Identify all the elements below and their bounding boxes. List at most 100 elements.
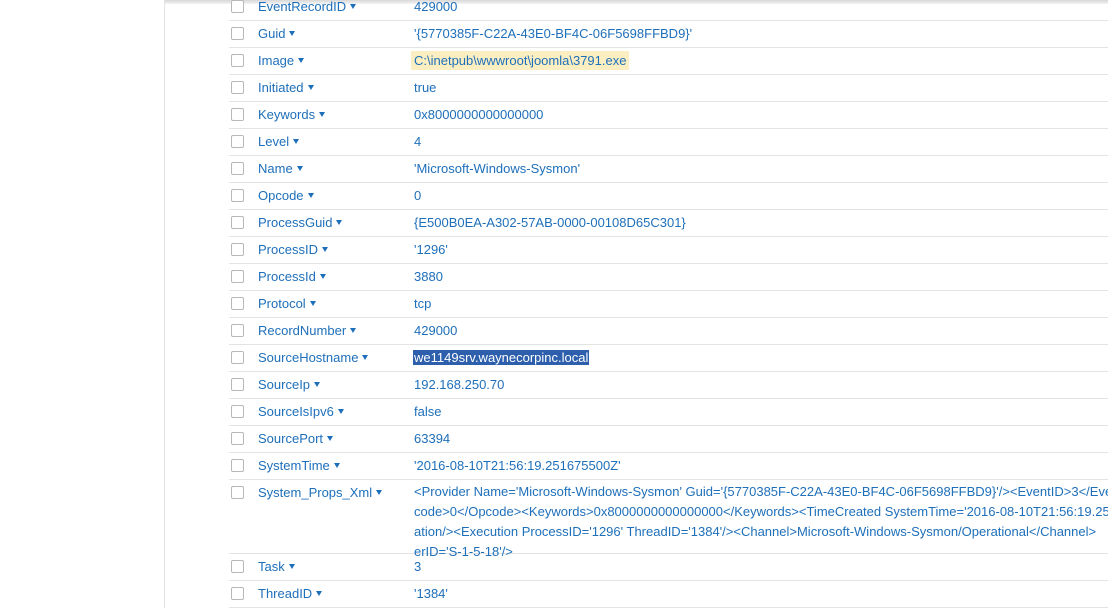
caret-down-icon	[319, 274, 326, 279]
field-value-processid-upper[interactable]: '1296'	[414, 242, 448, 257]
field-name-label: Level	[258, 134, 290, 149]
field-name-label: RecordNumber	[258, 323, 347, 338]
field-name-name[interactable]: Name	[258, 161, 303, 176]
field-value-keywords[interactable]: 0x8000000000000000	[414, 107, 543, 122]
field-checkbox[interactable]	[231, 560, 244, 573]
field-name-label: SourceIsIpv6	[258, 404, 334, 419]
field-checkbox[interactable]	[231, 405, 244, 418]
field-name-processid[interactable]: ProcessId	[258, 269, 326, 284]
field-checkbox[interactable]	[231, 351, 244, 364]
xml-line: code>0</Opcode><Keywords>0x8000000000000…	[414, 504, 1108, 519]
field-checkbox[interactable]	[231, 27, 244, 40]
field-row-image: Image C:\inetpub\wwwroot\joomla\3791.exe	[229, 48, 1108, 75]
field-value-guid[interactable]: '{5770385F-C22A-43E0-BF4C-06F5698FFBD9}'	[414, 26, 692, 41]
field-name-sourcehostname[interactable]: SourceHostname	[258, 350, 369, 365]
field-checkbox[interactable]	[231, 0, 244, 13]
field-name-label: SourcePort	[258, 431, 324, 446]
field-value-sourceport[interactable]: 63394	[414, 431, 450, 446]
field-name-label: ThreadID	[258, 586, 313, 601]
field-value-name[interactable]: 'Microsoft-Windows-Sysmon'	[414, 161, 580, 176]
field-checkbox[interactable]	[231, 270, 244, 283]
field-name-level[interactable]: Level	[258, 134, 300, 149]
field-checkbox[interactable]	[231, 135, 244, 148]
field-name-label: Guid	[258, 26, 286, 41]
field-value-eventrecordid[interactable]: 429000	[414, 0, 457, 14]
field-value-recordnumber[interactable]: 429000	[414, 323, 457, 338]
field-name-label: Task	[258, 559, 285, 574]
field-checkbox[interactable]	[231, 54, 244, 67]
field-name-label: SourceHostname	[258, 350, 359, 365]
field-name-label: Keywords	[258, 107, 316, 122]
field-value-sourcehostname[interactable]: we1149srv.waynecorpinc.local	[413, 350, 590, 365]
field-name-eventrecordid[interactable]: EventRecordID	[258, 0, 357, 14]
field-name-processguid[interactable]: ProcessGuid	[258, 215, 343, 230]
field-row-processguid: ProcessGuid {E500B0EA-A302-57AB-0000-001…	[229, 210, 1108, 237]
field-checkbox[interactable]	[231, 216, 244, 229]
caret-down-icon	[298, 58, 305, 63]
caret-down-icon	[309, 301, 316, 306]
field-name-recordnumber[interactable]: RecordNumber	[258, 323, 357, 338]
field-value-processid[interactable]: 3880	[414, 269, 443, 284]
caret-down-icon	[319, 112, 326, 117]
field-checkbox[interactable]	[231, 587, 244, 600]
field-name-opcode[interactable]: Opcode	[258, 188, 314, 203]
field-value-initiated[interactable]: true	[414, 80, 436, 95]
field-value-task[interactable]: 3	[414, 559, 421, 574]
field-checkbox[interactable]	[231, 459, 244, 472]
field-value-protocol[interactable]: tcp	[414, 296, 431, 311]
field-name-protocol[interactable]: Protocol	[258, 296, 316, 311]
field-checkbox[interactable]	[231, 486, 244, 499]
field-value-image[interactable]: C:\inetpub\wwwroot\joomla\3791.exe	[411, 51, 630, 70]
field-checkbox[interactable]	[231, 243, 244, 256]
caret-down-icon	[336, 220, 343, 225]
field-checkbox[interactable]	[231, 324, 244, 337]
caret-down-icon	[289, 31, 296, 36]
field-name-label: SystemTime	[258, 458, 330, 473]
field-name-processid-upper[interactable]: ProcessID	[258, 242, 328, 257]
field-value-processguid[interactable]: {E500B0EA-A302-57AB-0000-00108D65C301}	[414, 215, 686, 230]
field-name-label: Name	[258, 161, 293, 176]
field-name-sourceip[interactable]: SourceIp	[258, 377, 321, 392]
caret-down-icon	[376, 490, 383, 495]
caret-down-icon	[293, 139, 300, 144]
field-checkbox[interactable]	[231, 297, 244, 310]
field-name-keywords[interactable]: Keywords	[258, 107, 326, 122]
field-name-initiated[interactable]: Initiated	[258, 80, 314, 95]
field-name-sourceport[interactable]: SourcePort	[258, 431, 334, 446]
field-name-systemtime[interactable]: SystemTime	[258, 458, 340, 473]
caret-down-icon	[350, 328, 357, 333]
caret-down-icon	[296, 166, 303, 171]
field-checkbox[interactable]	[231, 162, 244, 175]
field-value-level[interactable]: 4	[414, 134, 421, 149]
field-name-threadid[interactable]: ThreadID	[258, 586, 323, 601]
field-name-task[interactable]: Task	[258, 559, 295, 574]
field-checkbox[interactable]	[231, 432, 244, 445]
field-name-label: Opcode	[258, 188, 304, 203]
field-name-sourceisipv6[interactable]: SourceIsIpv6	[258, 404, 344, 419]
field-name-label: Protocol	[258, 296, 306, 311]
field-name-system-props-xml[interactable]: System_Props_Xml	[258, 485, 383, 500]
field-value-threadid[interactable]: '1384'	[414, 586, 448, 601]
field-name-guid[interactable]: Guid	[258, 26, 296, 41]
field-value-system-props-xml[interactable]: <Provider Name='Microsoft-Windows-Sysmon…	[414, 482, 1108, 562]
field-row-sourcehostname: SourceHostname we1149srv.waynecorpinc.lo…	[229, 345, 1108, 372]
field-name-label: EventRecordID	[258, 0, 347, 14]
field-value-opcode[interactable]: 0	[414, 188, 421, 203]
field-value-sourceisipv6[interactable]: false	[414, 404, 441, 419]
field-value-systemtime[interactable]: '2016-08-10T21:56:19.251675500Z'	[414, 458, 621, 473]
field-name-image[interactable]: Image	[258, 53, 305, 68]
field-row-guid: Guid '{5770385F-C22A-43E0-BF4C-06F5698FF…	[229, 21, 1108, 48]
field-checkbox[interactable]	[231, 81, 244, 94]
field-row-sourceisipv6: SourceIsIpv6 false	[229, 399, 1108, 426]
field-checkbox[interactable]	[231, 108, 244, 121]
field-checkbox[interactable]	[231, 378, 244, 391]
caret-down-icon	[350, 4, 357, 9]
field-row-threadid: ThreadID '1384'	[229, 581, 1108, 608]
field-checkbox[interactable]	[231, 189, 244, 202]
field-row-recordnumber: RecordNumber 429000	[229, 318, 1108, 345]
field-value-sourceip[interactable]: 192.168.250.70	[414, 377, 504, 392]
caret-down-icon	[362, 355, 369, 360]
field-row-processid-upper: ProcessID '1296'	[229, 237, 1108, 264]
field-name-label: ProcessGuid	[258, 215, 333, 230]
field-row-system-props-xml: System_Props_Xml <Provider Name='Microso…	[229, 480, 1108, 559]
